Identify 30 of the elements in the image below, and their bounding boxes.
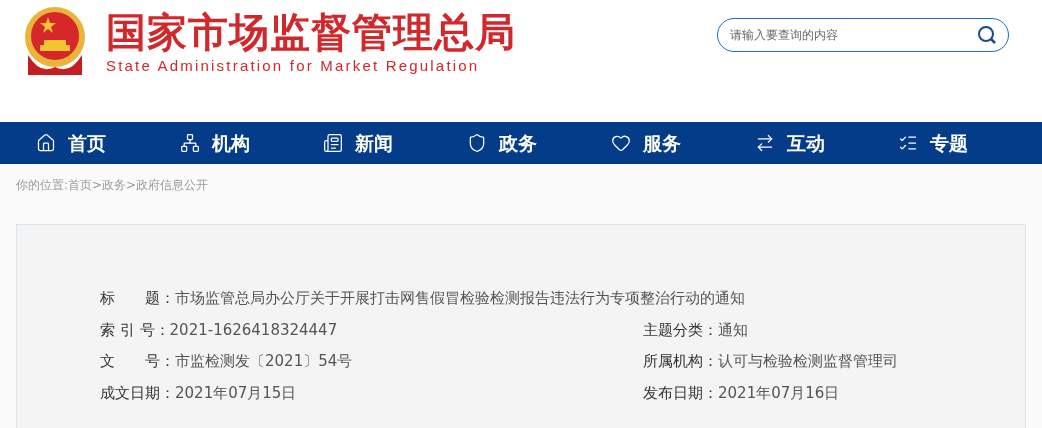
newspaper-icon <box>323 133 344 153</box>
nav-item[interactable]: 新闻 <box>323 128 468 158</box>
site-subtitle: State Administration for Market Regulation <box>106 56 481 76</box>
field-value: 2021年07月15日 <box>175 382 297 404</box>
search-field[interactable]: 请输入要查询的内容 <box>717 18 1009 52</box>
breadcrumb: 你的位置:首页>政务>政府信息公开 <box>16 177 209 194</box>
heart-icon <box>610 133 631 153</box>
field-label: 标 题： <box>100 288 175 309</box>
field-value: 市场监管总局办公厅关于开展打击网售假冒检验检测报告违法行为专项整治行动的通知 <box>175 288 745 309</box>
field-label: 所属机构： <box>643 351 718 372</box>
nav-item[interactable]: 首页 <box>36 128 180 158</box>
field-label: 索 引 号： <box>100 319 170 341</box>
field-value: 通知 <box>718 319 748 341</box>
hierarchy-icon <box>179 133 200 153</box>
field-label: 成文日期： <box>100 382 175 404</box>
field-value: 2021-1626418324447 <box>169 319 338 341</box>
nav-item[interactable]: 互动 <box>754 128 899 158</box>
home-icon <box>36 133 56 153</box>
nav-item[interactable]: 专题 <box>898 128 1042 158</box>
nav-item[interactable]: 政务 <box>467 128 611 158</box>
site-title: 国家市场监督管理总局 <box>106 8 516 56</box>
field-label: 主题分类： <box>643 319 718 341</box>
search-icon[interactable] <box>977 25 997 45</box>
field-value: 市监检测发〔2021〕54号 <box>175 351 353 372</box>
nav-item[interactable]: 服务 <box>610 128 755 158</box>
field-label: 发布日期： <box>643 382 718 404</box>
field-label: 文 号： <box>100 351 175 372</box>
nav-item[interactable]: 机构 <box>179 128 324 158</box>
field-value: 2021年07月16日 <box>718 382 840 404</box>
field-value: 认可与检验检测监督管理司 <box>718 351 898 372</box>
